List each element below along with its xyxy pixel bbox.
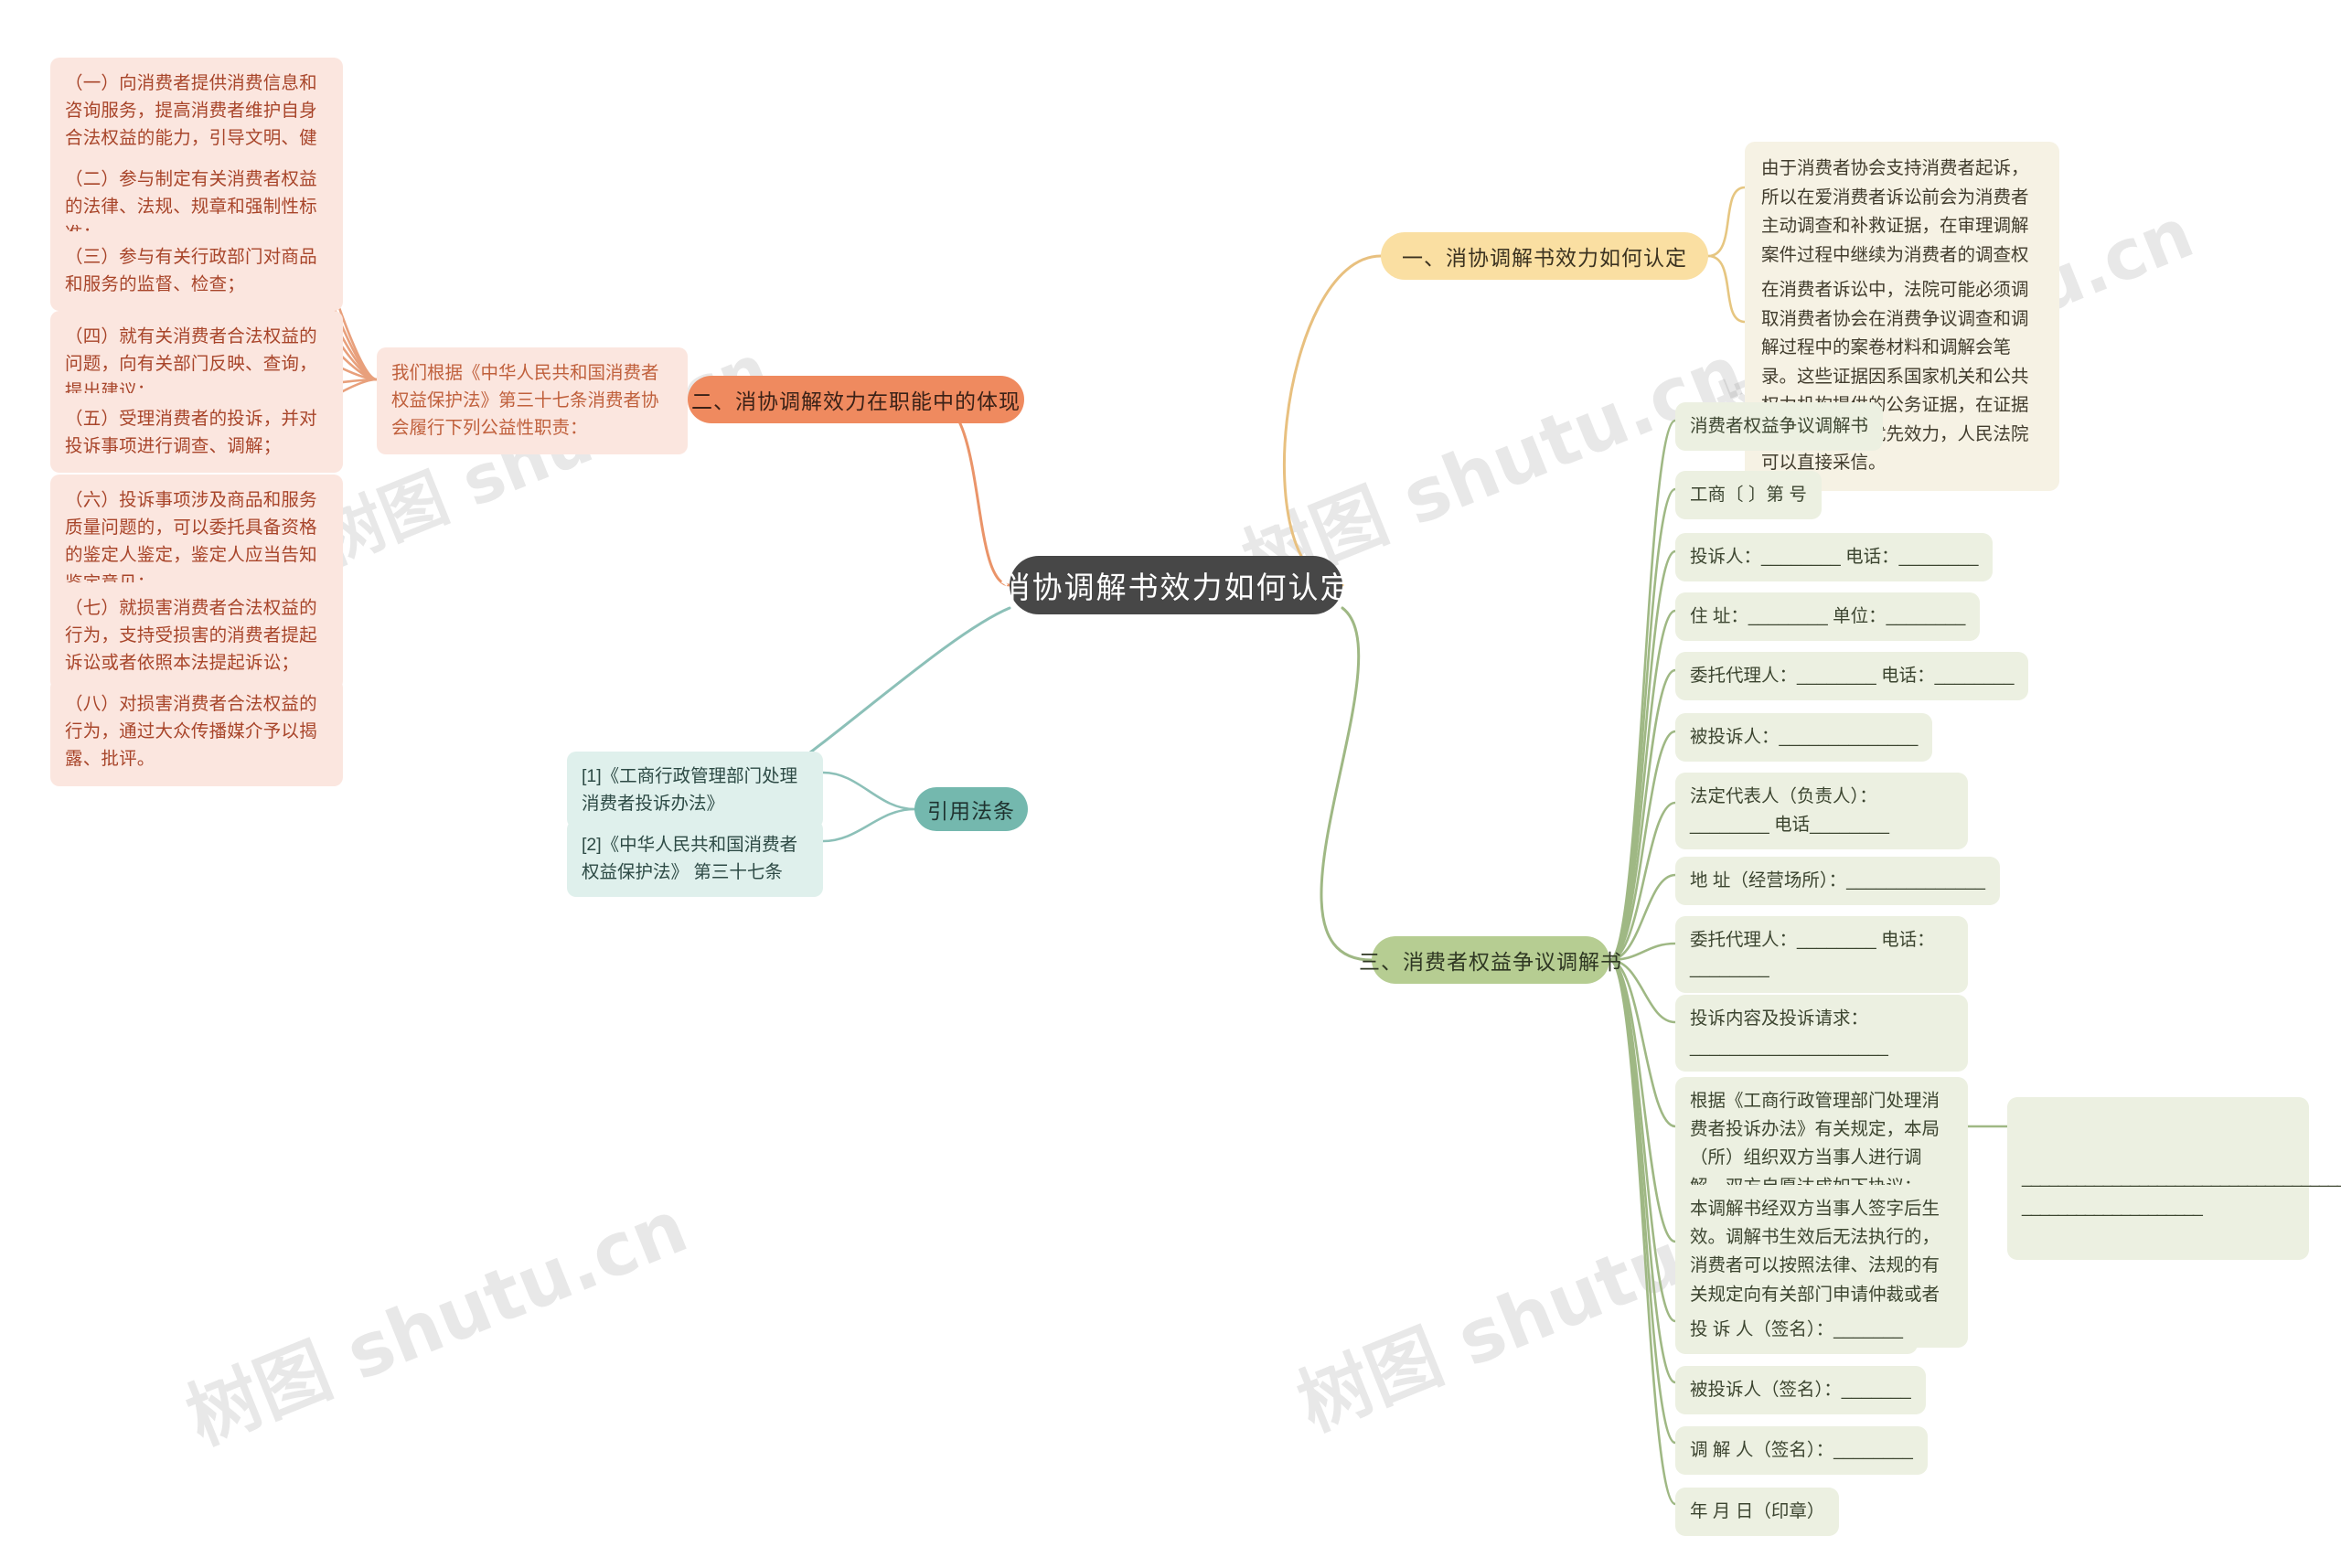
- branch-three-item-3[interactable]: 住 址：________ 单位：________: [1675, 592, 1981, 642]
- branch-three-item-9[interactable]: 投诉内容及投诉请求：____________________: [1675, 995, 1968, 1072]
- branch-three-item-0[interactable]: 消费者权益争议调解书: [1675, 402, 1884, 452]
- refs-item-1-text: [2]《中华人民共和国消费者权益保护法》 第三十七条: [582, 835, 798, 883]
- branch-three-item-2[interactable]: 投诉人：________ 电话：________: [1675, 533, 1994, 582]
- branch-three-blank-text: _______________________________________ …: [2022, 1168, 2341, 1217]
- branch-two-item-4-text: （五）受理消费者的投诉，并对投诉事项进行调查、调解；: [65, 409, 317, 457]
- refs-item-0[interactable]: [1]《工商行政管理部门处理消费者投诉办法》: [567, 752, 823, 829]
- branch-three-item-12[interactable]: 投 诉 人（签名）：_______: [1675, 1306, 1919, 1355]
- branch-three-item-14-text: 调 解 人（签名）：________: [1690, 1440, 1913, 1460]
- branch-two-item-4[interactable]: （五）受理消费者的投诉，并对投诉事项进行调查、调解；: [50, 393, 343, 474]
- branch-node-two[interactable]: 二、消协调解效力在职能中的体现: [688, 376, 1024, 423]
- branch-three-item-5-text: 被投诉人：______________: [1690, 727, 1919, 747]
- branch-two-label: 二、消协调解效力在职能中的体现: [691, 389, 1021, 413]
- branch-two-item-7[interactable]: （八）对损害消费者合法权益的行为，通过大众传播媒介予以揭露、批评。: [50, 678, 343, 786]
- branch-three-item-13[interactable]: 被投诉人（签名）：_______: [1675, 1366, 1926, 1415]
- branch-three-item-6[interactable]: 法定代表人（负责人）：________ 电话________: [1675, 773, 1968, 850]
- branch-one-item-1[interactable]: 在消费者诉讼中，法院可能必须调取消费者协会在消费争议调查和调解过程中的案卷材料和…: [1745, 263, 2059, 492]
- branch-three-item-7-text: 地 址（经营场所）：______________: [1690, 870, 1985, 891]
- branch-two-item-3-text: （四）就有关消费者合法权益的问题，向有关部门反映、查询，提出建议；: [65, 326, 317, 402]
- branch-three-item-15-text: 年 月 日（印章）: [1690, 1501, 1825, 1521]
- mindmap-canvas: 树图 shutu.cn 树图 shutu.cn 树图 shutu.cn 树图 s…: [0, 0, 2341, 1568]
- root-node[interactable]: 消协调解书效力如何认定: [1000, 556, 1351, 614]
- refs-item-1[interactable]: [2]《中华人民共和国消费者权益保护法》 第三十七条: [567, 820, 823, 898]
- branch-three-item-8[interactable]: 委托代理人：________ 电话：________: [1675, 916, 1968, 994]
- branch-three-item-7[interactable]: 地 址（经营场所）：______________: [1675, 857, 2000, 906]
- branch-two-item-5-text: （六）投诉事项涉及商品和服务质量问题的，可以委托具备资格的鉴定人鉴定，鉴定人应当…: [65, 490, 317, 593]
- branch-three-item-13-text: 被投诉人（签名）：_______: [1690, 1380, 1911, 1400]
- root-label: 消协调解书效力如何认定: [999, 571, 1352, 604]
- branch-three-item-9-text: 投诉内容及投诉请求：____________________: [1690, 1008, 1888, 1058]
- branch-three-item-4[interactable]: 委托代理人：________ 电话：________: [1675, 652, 2029, 701]
- branch-three-item-5[interactable]: 被投诉人：______________: [1675, 713, 1933, 763]
- branch-node-one[interactable]: 一、消协调解书效力如何认定: [1381, 232, 1708, 280]
- branch-three-item-10-text: 根据《工商行政管理部门处理消费者投诉办法》有关规定，本局（所）组织双方当事人进行…: [1690, 1091, 1940, 1197]
- branch-two-item-6-text: （七）就损害消费者合法权益的行为，支持受损害的消费者提起诉讼或者依照本法提起诉讼…: [65, 598, 317, 674]
- branch-three-item-6-text: 法定代表人（负责人）：________ 电话________: [1690, 786, 1889, 836]
- branch-two-item-2-text: （三）参与有关行政部门对商品和服务的监督、检查；: [65, 247, 317, 295]
- branch-three-item-1-text: 工商〔 〕第 号: [1690, 485, 1807, 505]
- branch-three-label: 三、消费者权益争议调解书: [1359, 950, 1622, 974]
- branch-three-item-4-text: 委托代理人：________ 电话：________: [1690, 666, 2015, 686]
- branch-one-label: 一、消协调解书效力如何认定: [1402, 246, 1687, 270]
- branch-three-item-2-text: 投诉人：________ 电话：________: [1690, 547, 1979, 567]
- branch-node-refs[interactable]: 引用法条: [914, 787, 1028, 831]
- branch-refs-label: 引用法条: [927, 799, 1015, 823]
- branch-two-intro[interactable]: 我们根据《中华人民共和国消费者权益保护法》第三十七条消费者协会履行下列公益性职责…: [377, 347, 688, 454]
- branch-three-item-14[interactable]: 调 解 人（签名）：________: [1675, 1426, 1928, 1476]
- branch-three-item-15[interactable]: 年 月 日（印章）: [1675, 1488, 1840, 1537]
- refs-item-0-text: [1]《工商行政管理部门处理消费者投诉办法》: [582, 766, 798, 815]
- branch-two-intro-text: 我们根据《中华人民共和国消费者权益保护法》第三十七条消费者协会履行下列公益性职责…: [391, 363, 659, 439]
- branch-two-item-6[interactable]: （七）就损害消费者合法权益的行为，支持受损害的消费者提起诉讼或者依照本法提起诉讼…: [50, 582, 343, 690]
- branch-three-item-12-text: 投 诉 人（签名）：_______: [1690, 1319, 1904, 1339]
- branch-three-item-8-text: 委托代理人：________ 电话：________: [1690, 930, 1935, 979]
- branch-three-item-3-text: 住 址：________ 单位：________: [1690, 606, 1966, 626]
- branch-three-item-1[interactable]: 工商〔 〕第 号: [1675, 471, 1822, 520]
- branch-three-blank-box[interactable]: _______________________________________ …: [2007, 1097, 2341, 1260]
- branch-two-item-7-text: （八）对损害消费者合法权益的行为，通过大众传播媒介予以揭露、批评。: [65, 694, 317, 770]
- watermark: 树图 shutu.cn: [175, 1183, 699, 1461]
- branch-node-three[interactable]: 三、消费者权益争议调解书: [1359, 936, 1621, 984]
- branch-three-item-0-text: 消费者权益争议调解书: [1690, 416, 1869, 436]
- branch-two-item-2[interactable]: （三）参与有关行政部门对商品和服务的监督、检查；: [50, 231, 343, 312]
